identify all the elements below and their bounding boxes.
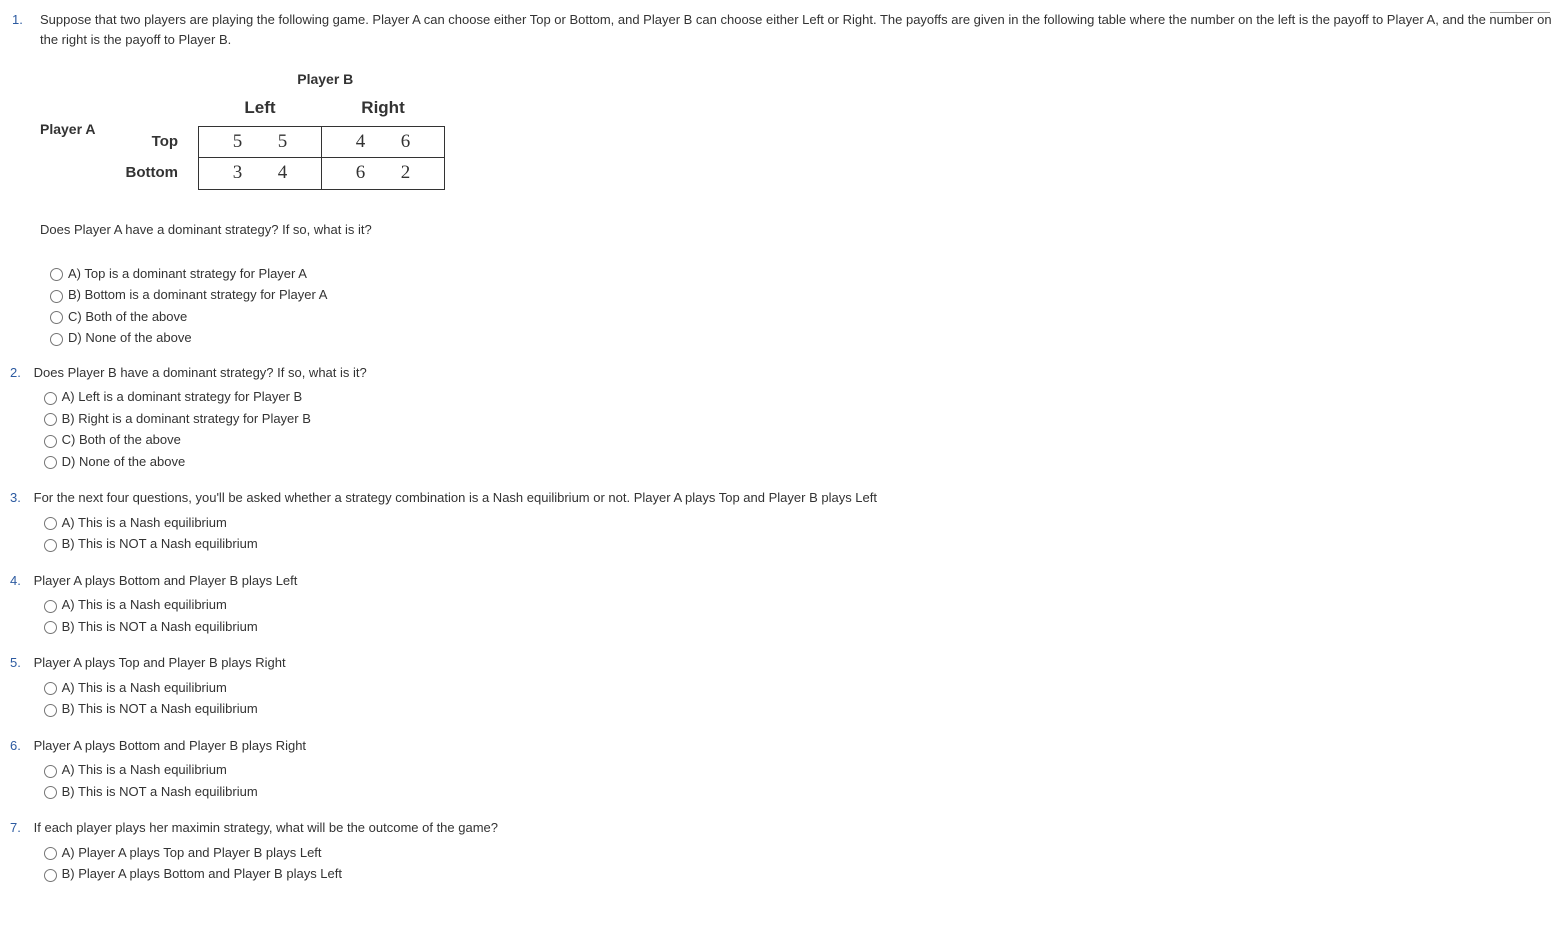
- cell-top-left: 5 5: [199, 126, 322, 158]
- payoff-a: 4: [356, 128, 366, 157]
- q6-question-text: Player A plays Bottom and Player B plays…: [34, 736, 1549, 756]
- top-right-rule: [1490, 12, 1550, 13]
- q2-option-c-radio[interactable]: [44, 435, 57, 448]
- player-b-label: Player B: [206, 69, 446, 90]
- q2-option-d-radio[interactable]: [44, 456, 57, 469]
- q7-option-a-radio[interactable]: [44, 847, 57, 860]
- q3-option-b-label: B) This is NOT a Nash equilibrium: [62, 534, 258, 554]
- q1-intro-text: Suppose that two players are playing the…: [40, 12, 1552, 47]
- question-number-1: 1.: [12, 10, 23, 30]
- q6-option-b-radio[interactable]: [44, 786, 57, 799]
- q2-option-a-label: A) Left is a dominant strategy for Playe…: [62, 387, 303, 407]
- question-number-2: 2.: [10, 363, 30, 383]
- q6-option-a-label: A) This is a Nash equilibrium: [62, 760, 227, 780]
- q4-question-text: Player A plays Bottom and Player B plays…: [34, 571, 1549, 591]
- question-number-3: 3.: [10, 488, 30, 508]
- payoff-b: 5: [278, 128, 288, 157]
- q1-option-c-radio[interactable]: [50, 311, 63, 324]
- q2-option-b-label: B) Right is a dominant strategy for Play…: [62, 409, 311, 429]
- q1-option-b-radio[interactable]: [50, 290, 63, 303]
- q1-option-a-radio[interactable]: [50, 268, 63, 281]
- q4-option-b-label: B) This is NOT a Nash equilibrium: [62, 617, 258, 637]
- q3-question-text: For the next four questions, you'll be a…: [34, 488, 1549, 508]
- q3-option-b-radio[interactable]: [44, 539, 57, 552]
- q7-option-a-label: A) Player A plays Top and Player B plays…: [62, 843, 322, 863]
- q1-option-d-radio[interactable]: [50, 333, 63, 346]
- q1-option-b-label: B) Bottom is a dominant strategy for Pla…: [68, 285, 327, 305]
- question-number-5: 5.: [10, 653, 30, 673]
- col-header-left: Left: [199, 90, 322, 126]
- payoff-a: 5: [233, 128, 243, 157]
- q1-option-a-label: A) Top is a dominant strategy for Player…: [68, 264, 307, 284]
- q6-option-a-radio[interactable]: [44, 765, 57, 778]
- q5-option-b-label: B) This is NOT a Nash equilibrium: [62, 699, 258, 719]
- q7-question-text: If each player plays her maximin strateg…: [34, 818, 1549, 838]
- q6-option-b-label: B) This is NOT a Nash equilibrium: [62, 782, 258, 802]
- payoff-b: 2: [401, 159, 411, 188]
- q7-option-b-radio[interactable]: [44, 869, 57, 882]
- q2-option-a-radio[interactable]: [44, 392, 57, 405]
- col-header-right: Right: [322, 90, 445, 126]
- q1-question-text: Does Player A have a dominant strategy? …: [40, 220, 1555, 240]
- question-number-7: 7.: [10, 818, 30, 838]
- q5-question-text: Player A plays Top and Player B plays Ri…: [34, 653, 1549, 673]
- q1-option-c-label: C) Both of the above: [68, 307, 187, 327]
- row-header-bottom: Bottom: [116, 158, 199, 190]
- cell-top-right: 4 6: [322, 126, 445, 158]
- player-a-label: Player A: [40, 119, 96, 140]
- payoff-table: Left Right Top 5 5 4 6: [116, 90, 446, 190]
- q3-option-a-label: A) This is a Nash equilibrium: [62, 513, 227, 533]
- payoff-matrix: Player A Player B Left Right Top 5 5: [40, 69, 1555, 190]
- q1-option-d-label: D) None of the above: [68, 328, 192, 348]
- payoff-b: 4: [278, 159, 288, 188]
- q2-option-c-label: C) Both of the above: [62, 430, 181, 450]
- row-header-top: Top: [116, 126, 199, 158]
- payoff-a: 6: [356, 159, 366, 188]
- q5-option-a-label: A) This is a Nash equilibrium: [62, 678, 227, 698]
- cell-bottom-left: 3 4: [199, 158, 322, 190]
- question-number-6: 6.: [10, 736, 30, 756]
- payoff-a: 3: [233, 159, 243, 188]
- q4-option-b-radio[interactable]: [44, 621, 57, 634]
- cell-bottom-right: 6 2: [322, 158, 445, 190]
- question-number-4: 4.: [10, 571, 30, 591]
- payoff-b: 6: [401, 128, 411, 157]
- q4-option-a-radio[interactable]: [44, 600, 57, 613]
- q7-option-b-label: B) Player A plays Bottom and Player B pl…: [62, 864, 342, 884]
- q5-option-b-radio[interactable]: [44, 704, 57, 717]
- q2-option-d-label: D) None of the above: [62, 452, 186, 472]
- q5-option-a-radio[interactable]: [44, 682, 57, 695]
- q4-option-a-label: A) This is a Nash equilibrium: [62, 595, 227, 615]
- q2-question-text: Does Player B have a dominant strategy? …: [34, 363, 1549, 383]
- q1-intro: Suppose that two players are playing the…: [40, 10, 1555, 49]
- q2-option-b-radio[interactable]: [44, 413, 57, 426]
- q3-option-a-radio[interactable]: [44, 517, 57, 530]
